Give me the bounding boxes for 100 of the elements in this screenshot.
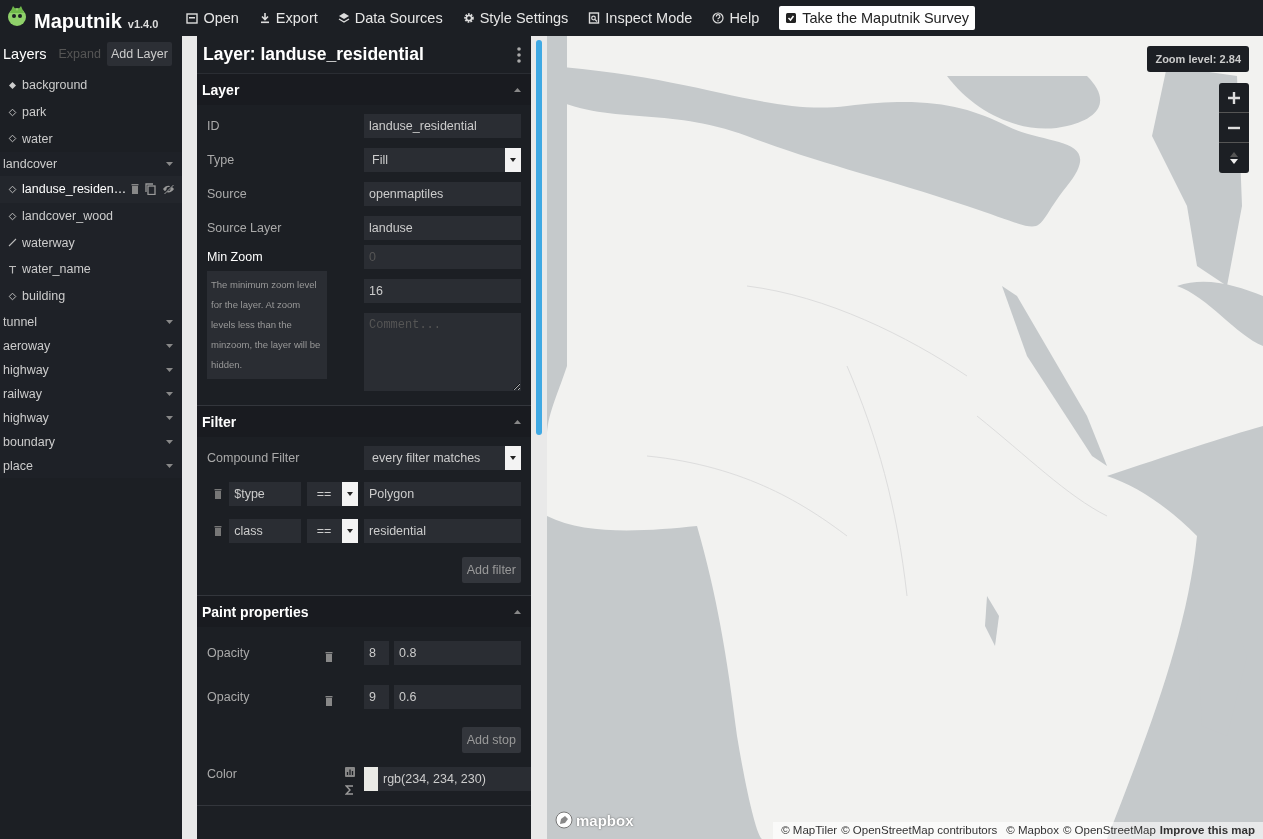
group-name: aeroway bbox=[3, 338, 51, 353]
menu-item[interactable]: Open bbox=[186, 6, 239, 30]
diamond-outline-icon bbox=[8, 211, 17, 221]
section-header[interactable]: Layer bbox=[197, 74, 531, 105]
settings-icon[interactable] bbox=[462, 12, 475, 24]
copy-icon[interactable] bbox=[145, 183, 157, 196]
layer-title: Layer: landuse_residential bbox=[203, 44, 424, 65]
operator-select[interactable]: == bbox=[306, 481, 359, 506]
layer-name: building bbox=[22, 289, 66, 304]
caret-down-icon[interactable] bbox=[166, 319, 173, 324]
input-field[interactable]: 0.6 bbox=[394, 685, 521, 709]
group-name: highway bbox=[3, 362, 49, 377]
compass-icon bbox=[1229, 152, 1239, 164]
add-layer-button[interactable]: Add Layer bbox=[106, 42, 172, 66]
caret-up-icon[interactable] bbox=[514, 609, 521, 614]
layer-name: landuse_residen… bbox=[22, 182, 127, 197]
group-name: tunnel bbox=[3, 314, 38, 329]
trash-icon[interactable] bbox=[131, 184, 140, 195]
layer-name: water bbox=[22, 131, 53, 146]
group-name: highway bbox=[3, 410, 49, 425]
caret-down-icon[interactable] bbox=[166, 439, 173, 444]
zoom-stop-field[interactable]: 9 bbox=[364, 685, 389, 709]
text-icon bbox=[8, 264, 17, 274]
checkbox-icon[interactable] bbox=[785, 12, 798, 24]
caret-down-icon[interactable] bbox=[166, 367, 173, 372]
layer-item[interactable]: building bbox=[0, 282, 182, 310]
layer-item[interactable]: landuse_residen… bbox=[0, 176, 182, 203]
diamond-outline-icon bbox=[8, 291, 17, 301]
caret-down-icon[interactable] bbox=[166, 343, 173, 348]
add-stop-button[interactable]: Add stop bbox=[461, 727, 521, 753]
help-icon[interactable] bbox=[712, 12, 725, 24]
survey-button[interactable]: Take the Maputnik Survey bbox=[779, 6, 976, 30]
layer-item[interactable]: landcover_wood bbox=[0, 202, 182, 230]
zoom-stop-field[interactable]: 8 bbox=[364, 641, 389, 665]
input-field[interactable]: residential bbox=[364, 518, 521, 543]
section-header[interactable]: Paint properties bbox=[197, 596, 531, 627]
field-label: ID bbox=[207, 119, 221, 133]
input-field[interactable]: landuse bbox=[364, 216, 521, 240]
menu-item[interactable]: Inspect Mode bbox=[588, 6, 693, 30]
plus-icon bbox=[1228, 91, 1240, 104]
attribution-link[interactable]: © OpenStreetMap bbox=[1062, 824, 1156, 836]
menu-item[interactable]: Export bbox=[258, 6, 318, 30]
input-field[interactable]: $type bbox=[229, 481, 302, 506]
diamond-outline-icon bbox=[8, 184, 17, 194]
caret-down-icon[interactable] bbox=[166, 463, 173, 468]
scrollbar[interactable] bbox=[536, 40, 542, 435]
operator-select[interactable]: == bbox=[306, 518, 359, 543]
trash-icon[interactable] bbox=[214, 525, 223, 536]
group-name: landcover bbox=[3, 157, 58, 172]
layer-name: background bbox=[22, 78, 88, 93]
trash-icon[interactable] bbox=[325, 652, 333, 662]
layers-icon[interactable] bbox=[337, 12, 350, 24]
download-icon[interactable] bbox=[258, 12, 271, 24]
layer-item[interactable]: waterway bbox=[0, 229, 182, 257]
section-title: Layer bbox=[202, 81, 240, 98]
chart-icon[interactable] bbox=[345, 767, 355, 777]
caret-down-icon[interactable] bbox=[166, 162, 173, 167]
group-name: railway bbox=[3, 386, 42, 401]
layer-item[interactable]: water bbox=[0, 125, 182, 153]
section-header[interactable]: Filter bbox=[197, 406, 531, 437]
menu-item[interactable]: Help bbox=[712, 6, 760, 30]
select-field[interactable]: every filter matches bbox=[364, 446, 521, 470]
trash-icon[interactable] bbox=[214, 488, 223, 499]
menu-item[interactable]: Style Settings bbox=[462, 6, 569, 30]
input-field[interactable]: class bbox=[229, 518, 302, 543]
inspect-icon[interactable] bbox=[588, 12, 601, 24]
layer-item[interactable]: park bbox=[0, 98, 182, 126]
input-field[interactable]: 16 bbox=[364, 279, 521, 303]
trash-icon[interactable] bbox=[325, 696, 333, 706]
input-field[interactable]: landuse_residential bbox=[364, 114, 521, 138]
input-field[interactable]: Polygon bbox=[364, 481, 521, 506]
improve-map-link[interactable]: Improve this map bbox=[1159, 824, 1255, 836]
more-vertical-icon[interactable] bbox=[517, 46, 521, 63]
folder-icon[interactable] bbox=[186, 12, 199, 24]
caret-up-icon[interactable] bbox=[514, 419, 521, 424]
layer-item[interactable]: water_name bbox=[0, 256, 182, 283]
attribution-link[interactable]: © Mapbox bbox=[1006, 824, 1059, 836]
attribution-link[interactable]: © OpenStreetMap contributors bbox=[841, 824, 998, 836]
caret-down-icon[interactable] bbox=[166, 415, 173, 420]
field-label: Compound Filter bbox=[207, 451, 301, 465]
layer-item[interactable]: background bbox=[0, 72, 182, 99]
attribution-link[interactable]: © MapTiler bbox=[781, 824, 838, 836]
color-field[interactable]: rgb(234, 234, 230) bbox=[378, 767, 531, 791]
eye-slash-icon[interactable] bbox=[162, 184, 176, 195]
select-field[interactable]: Fill bbox=[364, 148, 521, 172]
color-swatch bbox=[364, 767, 378, 791]
caret-up-icon[interactable] bbox=[514, 87, 521, 92]
input-field[interactable]: openmaptiles bbox=[364, 182, 521, 206]
field-label: Source Layer bbox=[207, 221, 283, 235]
group-name: place bbox=[3, 458, 33, 473]
layer-name: waterway bbox=[22, 235, 75, 250]
panel-title: Layers bbox=[3, 46, 47, 62]
add-filter-button[interactable]: Add filter bbox=[461, 557, 521, 583]
group-name: boundary bbox=[3, 434, 56, 449]
menu-item[interactable]: Data Sources bbox=[337, 6, 443, 30]
sigma-icon[interactable] bbox=[345, 785, 354, 795]
input-field[interactable]: 0.8 bbox=[394, 641, 521, 665]
diamond-outline-icon bbox=[8, 107, 17, 117]
diamond-outline-icon bbox=[8, 134, 17, 144]
caret-down-icon[interactable] bbox=[166, 391, 173, 396]
